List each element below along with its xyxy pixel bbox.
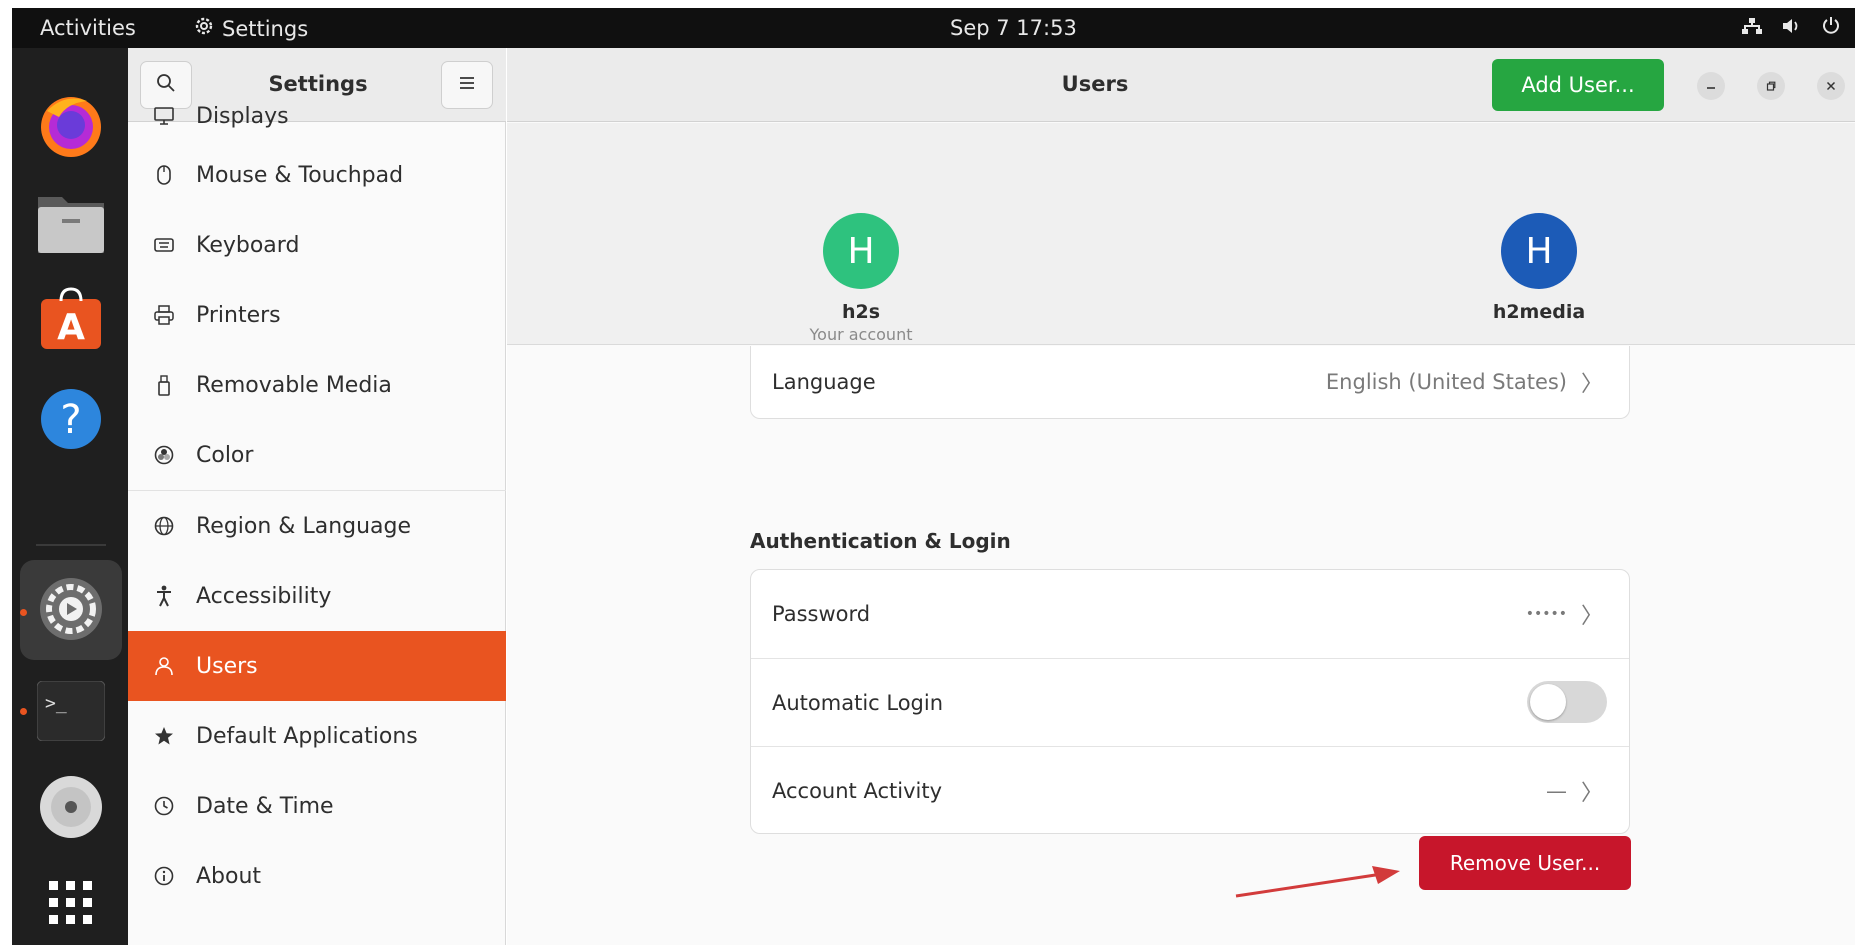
sidebar-item-label: Color [196, 442, 254, 468]
sidebar-item-accessibility[interactable]: Accessibility [128, 561, 506, 631]
usb-icon [150, 374, 178, 396]
system-tray[interactable] [1741, 15, 1841, 40]
terminal-icon[interactable]: >_ [36, 676, 106, 746]
annotation-arrow-icon [1235, 866, 1400, 898]
avatar: H [1501, 213, 1577, 289]
sidebar-item-label: Mouse & Touchpad [196, 162, 404, 188]
mouse-icon [150, 164, 178, 186]
account-activity-row[interactable]: Account Activity — 〉 [751, 747, 1629, 835]
sidebar-item-label: Printers [196, 302, 281, 328]
chevron-right-icon: 〉 [1580, 781, 1603, 806]
user-name: h2s [841, 301, 881, 323]
sidebar-item-users[interactable]: Users [128, 631, 506, 701]
svg-text:A: A [57, 307, 85, 348]
sidebar-item-about[interactable]: About [128, 841, 506, 911]
app-center-icon[interactable]: A [36, 284, 106, 354]
language-panel: Language English (United States) 〉 [750, 346, 1630, 419]
close-button[interactable] [1817, 72, 1845, 100]
remove-user-button[interactable]: Remove User... [1419, 836, 1631, 890]
avatar: H [823, 213, 899, 289]
password-row[interactable]: Password ••••• 〉 [751, 570, 1629, 658]
settings-sidebar: Settings Displays Mouse & Touchpad Keybo… [128, 48, 506, 945]
clock[interactable]: Sep 7 17:53 [950, 16, 1077, 40]
row-label: Password [772, 602, 871, 626]
sidebar-item-label: Accessibility [196, 583, 332, 609]
globe-icon [150, 516, 178, 536]
printer-icon [150, 305, 178, 325]
activities-button[interactable]: Activities [40, 16, 136, 40]
firefox-icon[interactable] [36, 90, 106, 160]
row-label: Automatic Login [772, 691, 944, 715]
row-value: ••••• [1525, 606, 1567, 622]
add-user-button[interactable]: Add User... [1492, 59, 1664, 111]
settings-icon[interactable] [36, 574, 106, 644]
sidebar-item-date-time[interactable]: Date & Time [128, 771, 506, 841]
display-icon [150, 107, 178, 125]
user-icon [150, 656, 178, 676]
sidebar-item-region-language[interactable]: Region & Language [128, 491, 506, 561]
power-icon[interactable] [1821, 15, 1841, 40]
disc-icon[interactable] [36, 772, 106, 842]
user-selector: H h2s Your account H h2media [507, 123, 1855, 421]
volume-icon[interactable] [1781, 16, 1803, 40]
accessibility-icon [150, 585, 178, 607]
sidebar-item-printers[interactable]: Printers [128, 280, 506, 350]
toggle-knob [1530, 684, 1566, 720]
language-row[interactable]: Language English (United States) 〉 [751, 338, 1629, 426]
svg-text:?: ? [60, 397, 81, 443]
sidebar-item-removable-media[interactable]: Removable Media [128, 350, 506, 420]
sidebar-item-label: Region & Language [196, 513, 412, 539]
row-value: English (United States) [1325, 370, 1567, 394]
dock: A ? >_ [12, 48, 128, 945]
row-label: Language [772, 370, 876, 394]
chevron-right-icon: 〉 [1580, 604, 1603, 629]
user-card-h2media[interactable]: H h2media [1429, 213, 1649, 323]
sidebar-item-mouse-touchpad[interactable]: Mouse & Touchpad [128, 140, 506, 210]
chevron-right-icon: 〉 [1580, 372, 1603, 397]
keyboard-icon [150, 237, 178, 253]
minimize-icon [1706, 77, 1716, 95]
row-label: Account Activity [772, 779, 942, 803]
automatic-login-row: Automatic Login [751, 659, 1629, 747]
sidebar-item-label: Displays [196, 103, 289, 129]
sidebar-item-label: Default Applications [196, 723, 418, 749]
sidebar-item-displays[interactable]: Displays [128, 92, 506, 140]
files-icon[interactable] [36, 188, 106, 258]
clock-icon [150, 796, 178, 816]
app-menu-label: Settings [222, 16, 309, 41]
app-menu[interactable]: Settings [194, 16, 308, 41]
top-bar: Activities Settings Sep 7 17:53 [12, 8, 1855, 48]
section-title: Authentication & Login [750, 529, 1011, 553]
minimize-button[interactable] [1697, 72, 1725, 100]
users-panel: Users Add User... H h2s Your account H h… [507, 48, 1855, 945]
help-icon[interactable]: ? [36, 384, 106, 454]
sidebar-item-color[interactable]: Color [128, 420, 506, 490]
main-header: Users Add User... [507, 48, 1855, 122]
running-indicator [20, 708, 27, 715]
sidebar-item-label: Users [196, 653, 258, 679]
automatic-login-toggle[interactable] [1527, 681, 1607, 723]
dock-separator [36, 544, 106, 546]
user-card-h2s[interactable]: H h2s Your account [751, 213, 971, 344]
sidebar-item-default-applications[interactable]: Default Applications [128, 701, 506, 771]
color-icon [150, 445, 178, 465]
maximize-button[interactable] [1757, 72, 1785, 100]
maximize-icon [1766, 77, 1776, 95]
gear-icon [194, 16, 214, 41]
svg-text:>_: >_ [45, 693, 67, 714]
app-grid-icon[interactable] [36, 868, 106, 938]
user-name: h2media [1492, 301, 1586, 323]
star-icon [150, 726, 178, 746]
sidebar-item-label: Date & Time [196, 793, 334, 819]
row-value: — [1546, 779, 1567, 803]
info-icon [150, 866, 178, 886]
sidebar-item-keyboard[interactable]: Keyboard [128, 210, 506, 280]
sidebar-item-label: Keyboard [196, 232, 300, 258]
sidebar-item-label: About [196, 863, 262, 889]
auth-panel: Password ••••• 〉 Automatic Login Account… [750, 569, 1630, 834]
sidebar-item-label: Removable Media [196, 372, 392, 398]
network-icon[interactable] [1741, 16, 1763, 40]
running-indicator [20, 609, 27, 616]
close-icon [1826, 77, 1836, 95]
